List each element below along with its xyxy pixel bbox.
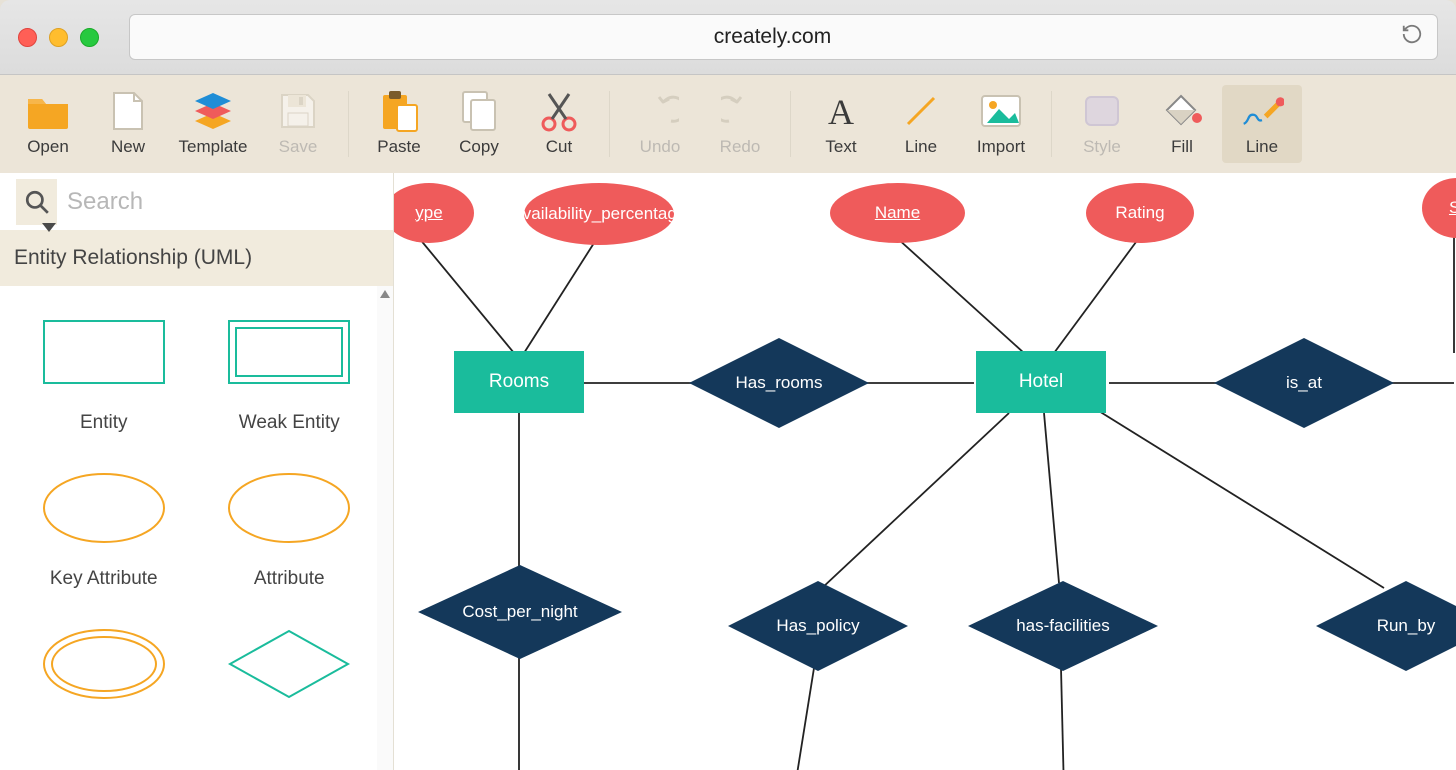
minimize-window-button[interactable] [49, 28, 68, 47]
url-text: creately.com [144, 25, 1401, 49]
cut-button[interactable]: Cut [519, 85, 599, 163]
toolbar-separator [790, 91, 791, 157]
text-label: Text [825, 137, 856, 157]
category-label: Entity Relationship (UML) [14, 246, 252, 270]
pencil-line-icon [1240, 91, 1284, 131]
shape-entity[interactable]: Entity [16, 312, 192, 434]
toolbar-separator [1051, 91, 1052, 157]
relationship-cost-per-night[interactable]: Cost_per_night [418, 565, 622, 659]
import-button[interactable]: Import [961, 85, 1041, 163]
entity-rooms[interactable]: Rooms [454, 351, 584, 413]
open-button[interactable]: Open [8, 85, 88, 163]
paste-icon [377, 91, 421, 131]
template-label: Template [179, 137, 248, 157]
browser-chrome: creately.com [0, 0, 1456, 75]
scroll-up-icon [380, 290, 390, 298]
text-icon: A [819, 91, 863, 131]
relationship-has-facilities[interactable]: has-facilities [968, 581, 1158, 671]
undo-icon [638, 91, 682, 131]
open-label: Open [27, 137, 69, 157]
paste-label: Paste [377, 137, 420, 157]
dropdown-notch-icon [42, 223, 56, 232]
search-input[interactable] [67, 188, 377, 216]
shape-weak-entity[interactable]: Weak Entity [202, 312, 378, 434]
line-style-label: Line [1246, 137, 1278, 157]
cut-icon [537, 91, 581, 131]
cut-label: Cut [546, 137, 572, 157]
undo-label: Undo [640, 137, 681, 157]
shape-category-header[interactable]: Entity Relationship (UML) [0, 230, 393, 286]
line-label: Line [905, 137, 937, 157]
relationship-run-by[interactable]: Run_by [1316, 581, 1456, 671]
shape-weak-entity-label: Weak Entity [239, 412, 340, 434]
import-icon [979, 91, 1023, 131]
palette-scrollbar[interactable] [377, 286, 393, 770]
shape-relationship[interactable] [202, 624, 378, 704]
paste-button[interactable]: Paste [359, 85, 439, 163]
redo-icon [718, 91, 762, 131]
search-row [0, 173, 393, 230]
copy-button[interactable]: Copy [439, 85, 519, 163]
relationship-is-at[interactable]: is_at [1214, 338, 1394, 428]
shape-attribute-label: Attribute [254, 568, 325, 590]
relationship-has-policy[interactable]: Has_policy [728, 581, 908, 671]
save-label: Save [279, 137, 318, 157]
maximize-window-button[interactable] [80, 28, 99, 47]
refresh-icon[interactable] [1401, 23, 1423, 51]
toolbar-separator [609, 91, 610, 157]
shape-entity-label: Entity [80, 412, 128, 434]
diagram-canvas[interactable]: ype Availability_percentage Name Rating … [394, 173, 1456, 770]
shape-palette: Entity Weak Entity Key Attribute Attribu… [0, 286, 393, 770]
entity-hotel[interactable]: Hotel [976, 351, 1106, 413]
attribute-rating[interactable]: Rating [1086, 183, 1194, 243]
diagram-edges [394, 173, 1456, 770]
svg-text:A: A [828, 92, 854, 130]
redo-label: Redo [720, 137, 761, 157]
new-button[interactable]: New [88, 85, 168, 163]
template-button[interactable]: Template [168, 85, 258, 163]
template-icon [191, 91, 235, 131]
line-icon [899, 91, 943, 131]
copy-label: Copy [459, 137, 499, 157]
style-label: Style [1083, 137, 1121, 157]
new-file-icon [106, 91, 150, 131]
import-label: Import [977, 137, 1025, 157]
url-bar[interactable]: creately.com [129, 14, 1438, 60]
toolbar: Open New Template Save Paste [0, 75, 1456, 173]
shape-key-attribute[interactable]: Key Attribute [16, 468, 192, 590]
traffic-lights [18, 28, 99, 47]
redo-button[interactable]: Redo [700, 85, 780, 163]
attribute-availability[interactable]: Availability_percentage [524, 183, 674, 245]
line-tool-button[interactable]: Line [881, 85, 961, 163]
shape-key-attribute-label: Key Attribute [50, 568, 158, 590]
style-button[interactable]: Style [1062, 85, 1142, 163]
fill-icon [1160, 91, 1204, 131]
copy-icon [457, 91, 501, 131]
fill-button[interactable]: Fill [1142, 85, 1222, 163]
save-icon [276, 91, 320, 131]
toolbar-separator [348, 91, 349, 157]
attribute-name[interactable]: Name [830, 183, 965, 243]
shape-multi-attribute[interactable] [16, 624, 192, 704]
new-label: New [111, 137, 145, 157]
relationship-has-rooms[interactable]: Has_rooms [689, 338, 869, 428]
folder-icon [26, 91, 70, 131]
style-icon [1080, 91, 1124, 131]
search-icon[interactable] [16, 179, 57, 225]
shape-attribute[interactable]: Attribute [202, 468, 378, 590]
undo-button[interactable]: Undo [620, 85, 700, 163]
text-tool-button[interactable]: A Text [801, 85, 881, 163]
save-button[interactable]: Save [258, 85, 338, 163]
shape-sidebar: Entity Relationship (UML) Entity Weak En… [0, 173, 394, 770]
close-window-button[interactable] [18, 28, 37, 47]
fill-label: Fill [1171, 137, 1193, 157]
line-style-button[interactable]: Line [1222, 85, 1302, 163]
workspace: Entity Relationship (UML) Entity Weak En… [0, 173, 1456, 770]
